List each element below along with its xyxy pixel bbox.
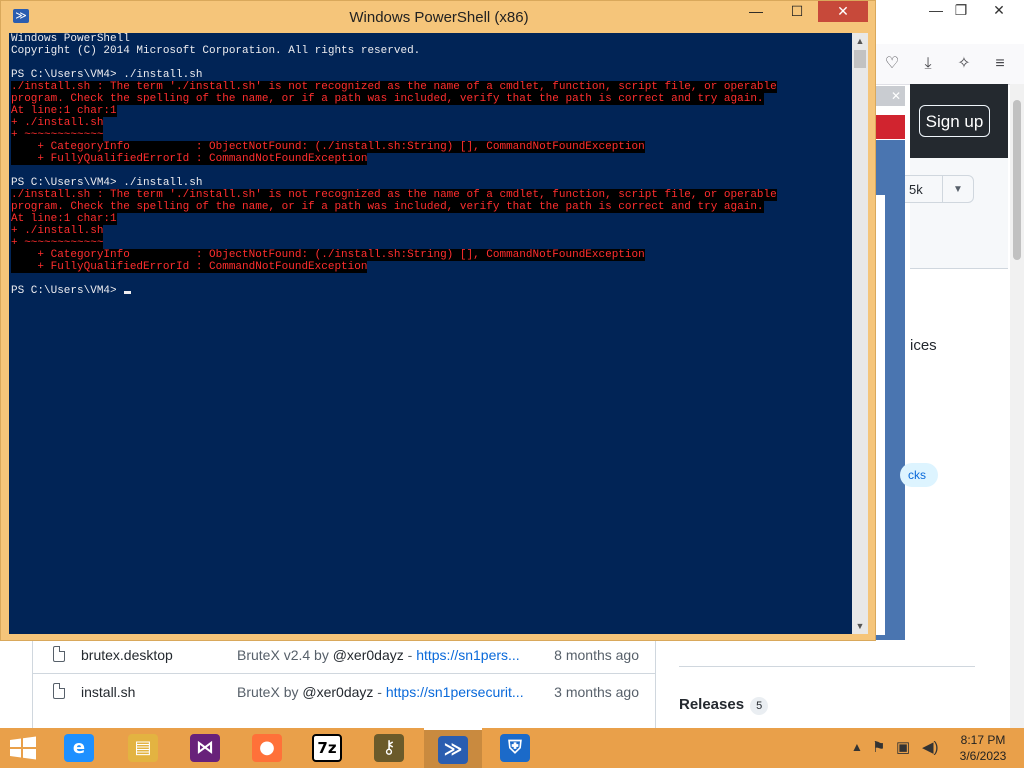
browser-titlebar: — ❐ ✕ bbox=[875, 0, 1024, 34]
taskbar-button[interactable]: ⚷ bbox=[360, 728, 418, 768]
taskbar-button[interactable]: ≫ bbox=[424, 728, 482, 768]
taskbar-button[interactable]: ⋈ bbox=[176, 728, 234, 768]
volume-icon[interactable]: ◀) bbox=[922, 738, 939, 778]
powershell-icon: ≫ bbox=[438, 736, 468, 764]
clock-date: 3/6/2023 bbox=[959, 749, 1007, 763]
browser-toolbar: ♡ ⤓ ✧ ≡ bbox=[876, 44, 1024, 85]
error-line: + CategoryInfo : ObjectNotFound: (./inst… bbox=[11, 249, 645, 261]
clock-time: 8:17 PM bbox=[960, 733, 1006, 747]
taskbar-button[interactable]: ⛨ bbox=[486, 728, 544, 768]
close-icon[interactable]: ✕ bbox=[983, 0, 1015, 22]
error-line: ./install.sh : The term './install.sh' i… bbox=[11, 81, 777, 93]
file-icon bbox=[53, 646, 65, 662]
powershell-titlebar[interactable]: ≫ Windows PowerShell (x86) — ☐ ✕ bbox=[1, 1, 875, 33]
commit-message[interactable]: BruteX by @xer0dayz - https://sn1persecu… bbox=[237, 684, 524, 700]
commit-author[interactable]: @xer0dayz bbox=[302, 684, 373, 700]
error-line: program. Check the spelling of the name,… bbox=[11, 93, 764, 105]
network-icon[interactable]: ▣ bbox=[896, 738, 910, 778]
commit-separator: - bbox=[373, 684, 386, 700]
file-row[interactable]: brutex.desktop BruteX v2.4 by @xer0dayz … bbox=[33, 636, 655, 674]
commit-separator: - bbox=[403, 647, 417, 663]
close-icon[interactable]: ✕ bbox=[818, 1, 868, 22]
error-line: ./install.sh : The term './install.sh' i… bbox=[11, 189, 777, 201]
commit-text: BruteX by bbox=[237, 684, 303, 700]
releases-label[interactable]: Releases bbox=[679, 696, 744, 713]
sidebar-divider bbox=[679, 666, 975, 667]
chevron-down-icon[interactable]: ▼ bbox=[942, 175, 974, 203]
keys-icon: ⚷ bbox=[374, 734, 404, 762]
defender-icon: ⛨ bbox=[500, 734, 530, 762]
menu-icon[interactable]: ≡ bbox=[989, 53, 1011, 75]
console-line: Windows PowerShell bbox=[11, 33, 130, 45]
error-line: + ~~~~~~~~~~~~ bbox=[11, 237, 104, 249]
extensions-icon[interactable]: ✧ bbox=[953, 53, 975, 75]
commit-link[interactable]: https://sn1pers... bbox=[416, 647, 520, 663]
sign-up-button[interactable]: Sign up bbox=[919, 105, 990, 137]
file-list: brutex.desktop BruteX v2.4 by @xer0dayz … bbox=[32, 630, 656, 728]
taskbar-button[interactable]: ▤ bbox=[114, 728, 172, 768]
file-name[interactable]: install.sh bbox=[81, 684, 135, 700]
releases-heading[interactable]: Releases 5 bbox=[679, 696, 769, 715]
scroll-down-icon[interactable]: ▼ bbox=[852, 618, 868, 634]
commit-link[interactable]: https://sn1persecurit... bbox=[386, 684, 524, 700]
7zip-icon: 7z bbox=[312, 734, 342, 762]
file-icon bbox=[53, 683, 65, 699]
console-scrollbar-thumb[interactable] bbox=[854, 50, 866, 68]
error-line: At line:1 char:1 bbox=[11, 213, 117, 225]
error-line: + FullyQualifiedErrorId : CommandNotFoun… bbox=[11, 153, 368, 165]
taskbar-button[interactable]: e bbox=[50, 728, 108, 768]
console-lines: Windows PowerShell Copyright (C) 2014 Mic… bbox=[9, 33, 852, 297]
error-line: program. Check the spelling of the name,… bbox=[11, 201, 764, 213]
file-name[interactable]: brutex.desktop bbox=[81, 647, 173, 663]
firefox-icon: ● bbox=[252, 734, 282, 762]
restore-icon[interactable]: ❐ bbox=[945, 0, 977, 22]
commit-age: 8 months ago bbox=[554, 647, 639, 663]
console-output[interactable]: Windows PowerShell Copyright (C) 2014 Mic… bbox=[9, 33, 852, 634]
error-line: + FullyQualifiedErrorId : CommandNotFoun… bbox=[11, 261, 368, 273]
maximize-icon[interactable]: ☐ bbox=[777, 1, 817, 22]
file-explorer-icon: ▤ bbox=[128, 734, 158, 762]
error-line: + ~~~~~~~~~~~~ bbox=[11, 129, 104, 141]
commit-message[interactable]: BruteX v2.4 by @xer0dayz - https://sn1pe… bbox=[237, 647, 520, 663]
overlay-panel-inner bbox=[875, 195, 885, 635]
download-icon[interactable]: ⤓ bbox=[917, 53, 939, 75]
console-line: PS C:\Users\VM4> ./install.sh bbox=[11, 177, 203, 189]
console-line: Copyright (C) 2014 Microsoft Corporation… bbox=[11, 45, 421, 57]
pocket-icon[interactable]: ♡ bbox=[881, 53, 903, 75]
clock[interactable]: 8:17 PM 3/6/2023 bbox=[948, 732, 1018, 764]
star-count[interactable]: 5k bbox=[905, 175, 945, 203]
commit-author[interactable]: @xer0dayz bbox=[333, 647, 404, 663]
dismiss-icon[interactable]: ✕ bbox=[875, 86, 905, 106]
about-text: ices bbox=[910, 337, 937, 354]
taskbar-button[interactable]: ● bbox=[238, 728, 296, 768]
console-line: PS C:\Users\VM4> ./install.sh bbox=[11, 69, 203, 81]
show-hidden-icons-icon[interactable]: ▲ bbox=[851, 740, 863, 780]
scroll-up-icon[interactable]: ▲ bbox=[852, 33, 868, 49]
internet-explorer-icon: e bbox=[64, 734, 94, 762]
flag-icon[interactable]: ⚑ bbox=[872, 738, 885, 778]
error-line: + CategoryInfo : ObjectNotFound: (./inst… bbox=[11, 141, 645, 153]
taskbar-button[interactable]: 7z bbox=[298, 728, 356, 768]
releases-count: 5 bbox=[750, 697, 769, 715]
console-line: PS C:\Users\VM4> bbox=[11, 285, 852, 297]
error-line: + ./install.sh bbox=[11, 225, 104, 237]
file-row[interactable]: install.sh BruteX by @xer0dayz - https:/… bbox=[33, 673, 655, 711]
commit-text: BruteX v2.4 by bbox=[237, 647, 333, 663]
topic-tag[interactable]: cks bbox=[900, 463, 938, 487]
visual-studio-icon: ⋈ bbox=[190, 734, 220, 762]
announcement-banner bbox=[875, 115, 905, 139]
text-cursor bbox=[124, 291, 132, 294]
commit-age: 3 months ago bbox=[554, 684, 639, 700]
start-icon[interactable] bbox=[8, 736, 38, 760]
error-line: At line:1 char:1 bbox=[11, 105, 117, 117]
browser-scrollbar-thumb[interactable] bbox=[1013, 100, 1021, 260]
minimize-icon[interactable]: — bbox=[736, 1, 776, 22]
error-line: + ./install.sh bbox=[11, 117, 104, 129]
taskbar: e ▤ ⋈ ● 7z ⚷ ≫ ⛨ ▲ ⚑ ▣ ◀) 8:17 PM 3/6/2023 bbox=[0, 728, 1024, 768]
powershell-window: ≫ Windows PowerShell (x86) — ☐ ✕ Windows… bbox=[0, 0, 876, 641]
console-scrollbar[interactable]: ▲ ▼ bbox=[852, 33, 868, 634]
